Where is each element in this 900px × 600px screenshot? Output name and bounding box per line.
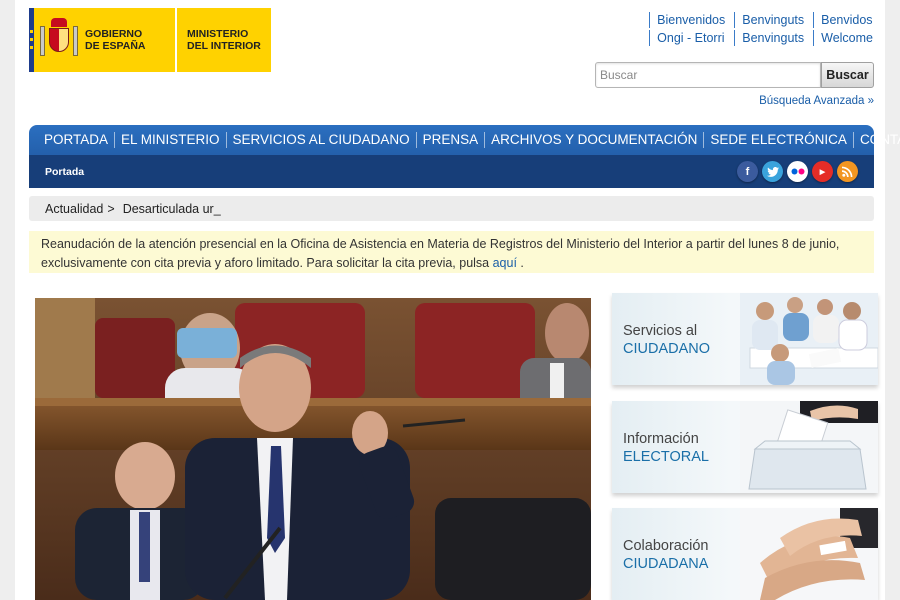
ministerio-line1: MINISTERIO <box>187 28 249 40</box>
search-bar: Buscar <box>595 62 874 88</box>
banner-servicios-line2: CIUDADANO <box>623 341 711 357</box>
rss-icon[interactable] <box>837 161 858 182</box>
banner-colaboracion-line2: CIUDADANA <box>623 556 709 572</box>
stacked-hands-image <box>740 508 878 600</box>
government-logo[interactable]: GOBIERNO DE ESPAÑA MINISTERIO DEL INTERI… <box>29 8 271 72</box>
banner-colaboracion-line1: Colaboración <box>623 538 709 554</box>
banner-servicios-line1: Servicios al <box>623 323 698 339</box>
office-meeting-image <box>740 293 878 385</box>
lang-link-ongi-etorri[interactable]: Ongi - Etorri <box>649 30 725 46</box>
youtube-icon[interactable]: ▶ <box>812 161 833 182</box>
nav-item-contacto[interactable]: CONTACTO <box>852 132 900 148</box>
nav-item-el-ministerio[interactable]: EL MINISTERIO <box>114 132 226 148</box>
banner-electoral-line1: Información <box>623 431 699 447</box>
gobierno-line2: DE ESPAÑA <box>85 40 146 52</box>
gobierno-logo-text: GOBIERNO DE ESPAÑA <box>85 28 145 52</box>
breadcrumb: Actualidad > Desarticulada ur_ <box>29 196 874 221</box>
lang-link-bienvenidos[interactable]: Bienvenidos <box>649 12 725 28</box>
search-input[interactable] <box>595 62 821 88</box>
breadcrumb-separator: > <box>107 201 115 216</box>
language-selector: Bienvenidos Benvinguts Benvidos Ongi - E… <box>640 12 873 46</box>
nav-item-prensa[interactable]: PRENSA <box>415 132 485 148</box>
lang-link-benvinguts[interactable]: Benvinguts <box>734 12 804 28</box>
banner-electoral-line2: ELECTORAL <box>623 449 709 465</box>
banner-colaboracion-ciudadana[interactable]: Colaboración CIUDADANA <box>612 508 878 600</box>
eu-flag-stripe <box>29 8 34 72</box>
twitter-icon[interactable] <box>762 161 783 182</box>
nav-item-servicios[interactable]: SERVICIOS AL CIUDADANO <box>225 132 416 148</box>
banner-colaboracion-text: Colaboración CIUDADANA <box>623 537 708 573</box>
lang-link-benvinguts-valencia[interactable]: Benvinguts <box>734 30 804 46</box>
breadcrumb-current: Desarticulada ur_ <box>122 201 221 216</box>
main-navigation: PORTADA EL MINISTERIO SERVICIOS AL CIUDA… <box>29 125 900 188</box>
news-photo[interactable] <box>35 298 591 600</box>
nav-item-sede-electronica[interactable]: SEDE ELECTRÓNICA <box>703 132 853 148</box>
sub-nav-portada[interactable]: Portada <box>45 166 84 178</box>
ministerio-line2: DEL INTERIOR <box>187 40 261 52</box>
search-button[interactable]: Buscar <box>821 62 874 88</box>
page: GOBIERNO DE ESPAÑA MINISTERIO DEL INTERI… <box>15 0 900 600</box>
gobierno-line1: GOBIERNO <box>85 28 143 40</box>
ministerio-logo-block: MINISTERIO DEL INTERIOR <box>177 8 271 72</box>
notice-link-aqui[interactable]: aquí <box>493 256 517 270</box>
nav-item-portada[interactable]: PORTADA <box>38 132 114 148</box>
facebook-icon[interactable]: f <box>737 161 758 182</box>
gobierno-logo-block: GOBIERNO DE ESPAÑA <box>29 8 175 72</box>
banner-informacion-electoral[interactable]: Información ELECTORAL <box>612 401 878 493</box>
ballot-box-image <box>740 401 878 493</box>
notice-tail: . <box>516 256 524 270</box>
parliament-photo-illustration <box>35 298 591 600</box>
advanced-search-link[interactable]: Búsqueda Avanzada » <box>759 95 874 107</box>
nav-menu: PORTADA EL MINISTERIO SERVICIOS AL CIUDA… <box>29 125 900 155</box>
notice-text: Reanudación de la atención presencial en… <box>41 237 840 270</box>
notice-banner: Reanudación de la atención presencial en… <box>29 231 874 273</box>
banner-servicios-ciudadano[interactable]: Servicios al CIUDADANO <box>612 293 878 385</box>
banner-electoral-text: Información ELECTORAL <box>623 430 709 466</box>
lang-link-benvidos[interactable]: Benvidos <box>813 12 873 28</box>
nav-item-archivos[interactable]: ARCHIVOS Y DOCUMENTACIÓN <box>484 132 703 148</box>
breadcrumb-actualidad[interactable]: Actualidad <box>45 202 103 216</box>
sub-navigation: Portada f ▶ <box>29 155 874 188</box>
banner-servicios-text: Servicios al CIUDADANO <box>623 322 710 358</box>
lang-link-welcome[interactable]: Welcome <box>813 30 873 46</box>
coat-of-arms-icon <box>39 18 79 62</box>
social-links: f ▶ <box>737 161 858 182</box>
flickr-icon[interactable] <box>787 161 808 182</box>
